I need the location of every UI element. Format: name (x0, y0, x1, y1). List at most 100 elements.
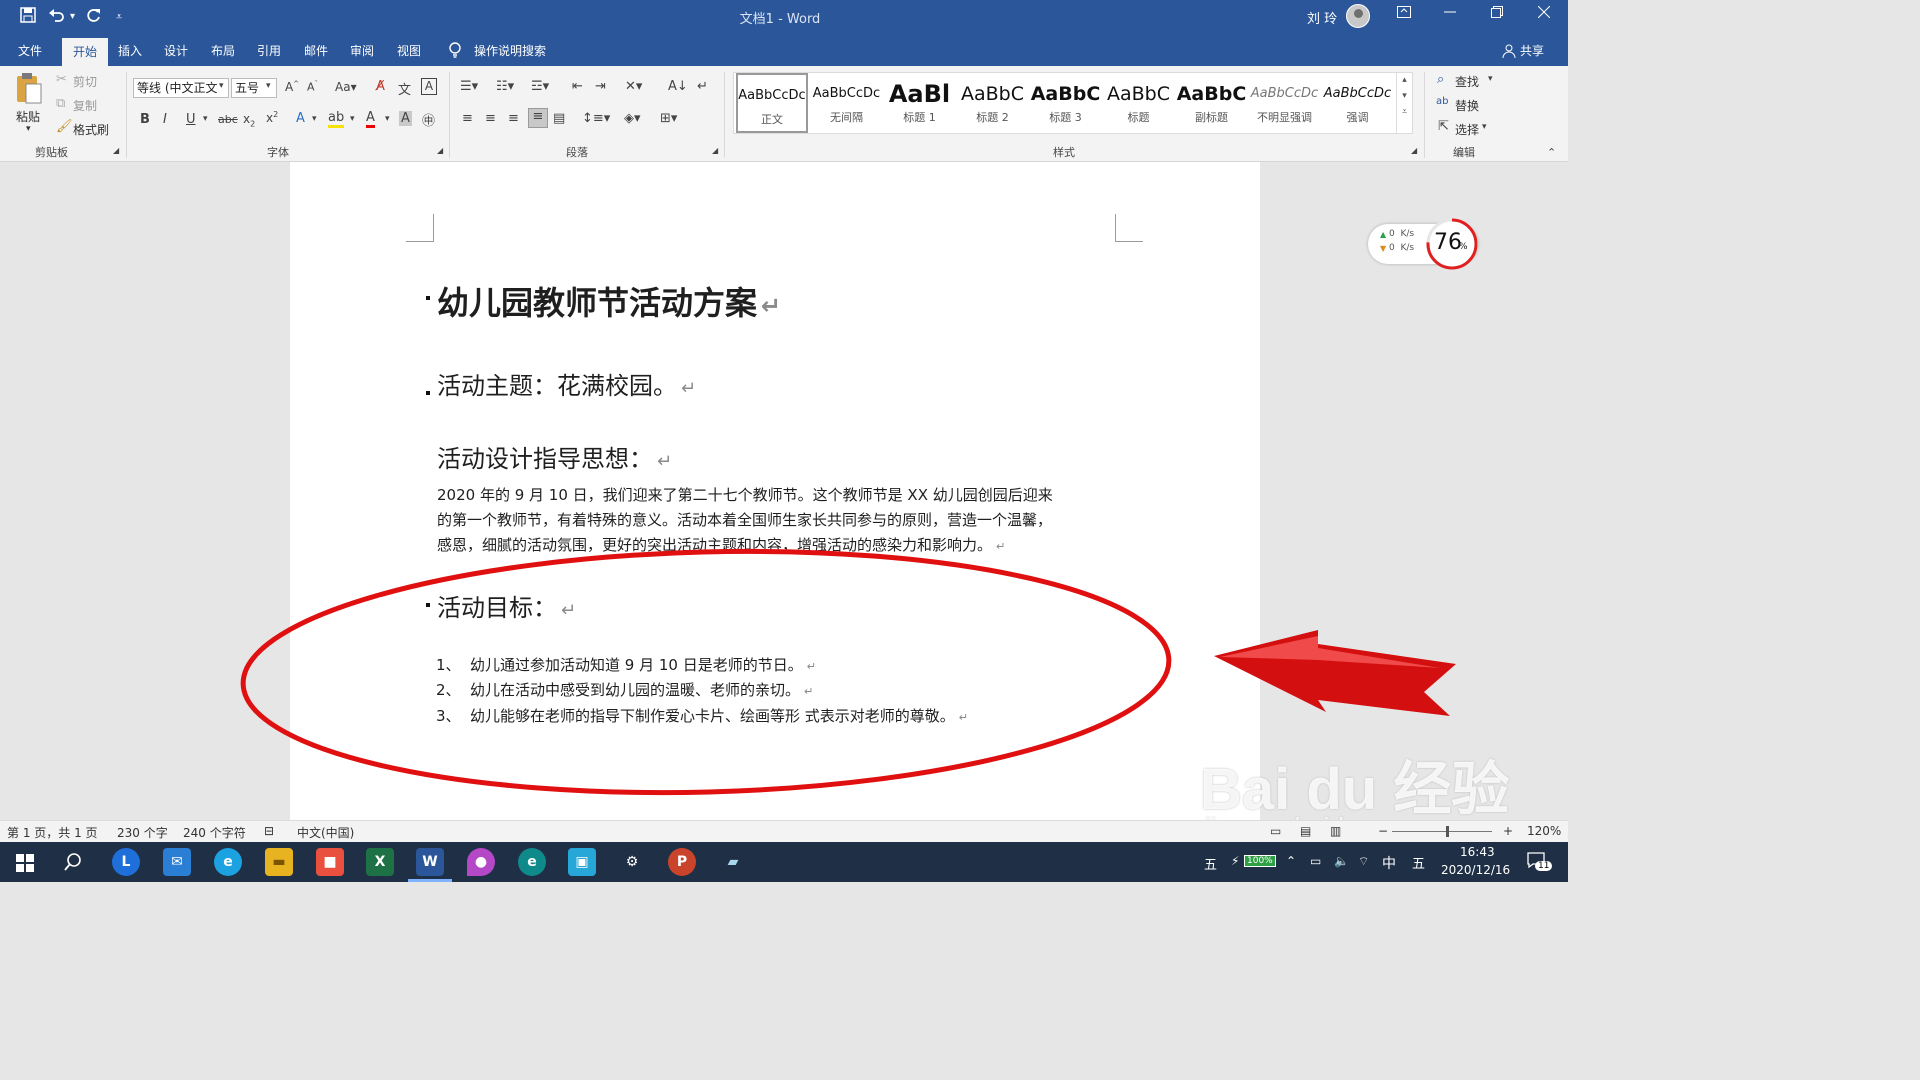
language-indicator[interactable]: 中文(中国) (297, 824, 354, 841)
paste-button[interactable]: 粘贴 (16, 108, 40, 125)
font-color-icon[interactable]: A (366, 110, 375, 128)
file-app-icon[interactable]: ▰ (719, 848, 747, 876)
network-speed-widget[interactable]: ▲ 0 K/s ▼ 0 K/s 76 % (1368, 218, 1478, 270)
customize-toolbar-icon[interactable]: ⩡ (116, 10, 122, 24)
goal-heading[interactable]: 活动目标： ↵ (437, 588, 576, 623)
styles-launcher-icon[interactable]: ◢ (1411, 146, 1417, 155)
guide-heading[interactable]: 活动设计指导思想： ↵ (437, 439, 672, 474)
bold-icon[interactable]: B (140, 112, 150, 127)
tab-references[interactable]: 引用 (257, 42, 281, 59)
proofing-icon[interactable]: ⊟ (264, 824, 274, 838)
subscript-icon[interactable]: x2 (243, 112, 255, 128)
mail-icon[interactable]: ✉ (163, 848, 191, 876)
tab-mailings[interactable]: 邮件 (304, 42, 328, 59)
tab-review[interactable]: 审阅 (350, 42, 374, 59)
align-left-icon[interactable]: ≡ (462, 111, 473, 126)
clock-time[interactable]: 16:43 (1460, 845, 1495, 859)
zoom-in-icon[interactable]: + (1503, 824, 1513, 838)
clipboard-launcher-icon[interactable]: ◢ (113, 146, 119, 155)
body-line[interactable]: 感恩，细腻的活动氛围，更好的突出活动主题和内容，增强活动的感染力和影响力。 ↵ (437, 534, 1005, 555)
change-case-icon[interactable]: Aa▾ (335, 80, 357, 94)
chevron-down-icon[interactable]: ▾ (203, 114, 208, 124)
text-effects-icon[interactable]: A (296, 111, 305, 126)
redo-icon[interactable] (86, 7, 102, 27)
paste-icon[interactable] (14, 72, 44, 110)
borders-icon[interactable]: ⊞▾ (660, 111, 677, 126)
bullets-icon[interactable]: ☰▾ (460, 79, 478, 94)
asian-layout-icon[interactable]: ✕▾ (625, 79, 642, 94)
undo-dropdown-icon[interactable]: ▾ (70, 11, 75, 22)
numbering-icon[interactable]: ☷▾ (496, 79, 514, 94)
page-count[interactable]: 第 1 页，共 1 页 (7, 824, 98, 841)
ime-mode[interactable]: 五 (1412, 853, 1425, 872)
style-no-spacing[interactable]: AaBbCcDc 无间隔 (810, 73, 883, 133)
line-spacing-icon[interactable]: ↕≡▾ (582, 111, 610, 126)
document-page[interactable]: 幼儿园教师节活动方案 ↵ 活动主题：花满校园。 ↵ 活动设计指导思想： ↵ 2020 … (290, 162, 1260, 820)
app-l-icon[interactable]: L (112, 848, 140, 876)
find-button[interactable]: 查找 (1455, 73, 1479, 90)
notification-count[interactable]: 11 (1535, 861, 1553, 871)
tab-insert[interactable]: 插入 (118, 42, 142, 59)
shrink-font-icon[interactable]: Aˇ (307, 80, 318, 94)
minimize-icon[interactable] (1430, 6, 1470, 22)
media-app-icon[interactable]: ■ (316, 848, 344, 876)
style-subtle-emphasis[interactable]: AaBbCcDc 不明显强调 (1248, 73, 1321, 133)
char-border-icon[interactable]: A (421, 78, 437, 95)
strikethrough-icon[interactable]: abc (218, 113, 238, 126)
enclose-char-icon[interactable]: ㊥ (422, 110, 435, 129)
distributed-icon[interactable]: ▤ (553, 111, 565, 126)
paragraph-launcher-icon[interactable]: ◢ (712, 146, 718, 155)
chevron-down-icon[interactable]: ▾ (1482, 122, 1487, 132)
list-item[interactable]: 3、 幼儿能够在老师的指导下制作爱心卡片、绘画等形 式表示对老师的尊敬。 ↵ (436, 705, 968, 726)
share-button[interactable]: 共享 (1520, 42, 1544, 59)
shading-icon[interactable]: ◈▾ (624, 111, 641, 126)
select-button[interactable]: 选择 (1455, 121, 1479, 138)
ribbon-display-icon[interactable] (1384, 6, 1424, 22)
zoom-level[interactable]: 120% (1527, 824, 1561, 838)
restore-icon[interactable] (1477, 6, 1517, 22)
word-count[interactable]: 230 个字 (117, 824, 168, 841)
font-name-combo[interactable]: 等线 (中文正文 (133, 78, 229, 98)
show-marks-icon[interactable]: ↵ (697, 79, 708, 94)
superscript-icon[interactable]: x2 (266, 110, 278, 125)
clock-date[interactable]: 2020/12/16 (1441, 863, 1510, 877)
sort-icon[interactable]: A↓ (668, 79, 688, 94)
style-heading-2[interactable]: AaBbC 标题 2 (956, 73, 1029, 133)
edge-browser-icon[interactable]: e (518, 848, 546, 876)
char-count[interactable]: 240 个字符 (183, 824, 246, 841)
tab-file[interactable]: 文件 (18, 42, 42, 59)
ie-browser-icon[interactable]: e (214, 848, 242, 876)
undo-icon[interactable] (48, 7, 66, 27)
underline-icon[interactable]: U (186, 112, 196, 127)
chevron-down-icon[interactable]: ▾ (219, 81, 224, 91)
user-name[interactable]: 刘 玲 (1307, 8, 1337, 27)
body-line[interactable]: 的第一个教师节，有着特殊的意义。活动本着全国师生家长共同参与的原则，营造一个温馨… (437, 509, 1052, 530)
chevron-up-icon[interactable]: ⌃ (1286, 854, 1296, 868)
list-item[interactable]: 1、 幼儿通过参加活动知道 9 月 10 日是老师的节日。 ↵ (436, 654, 816, 675)
tell-me-search[interactable]: 操作说明搜索 (474, 42, 546, 59)
paint-app-icon[interactable]: ● (467, 848, 495, 876)
paste-dropdown-icon[interactable]: ▾ (26, 124, 31, 134)
list-item[interactable]: 2、 幼儿在活动中感受到幼儿园的温暖、老师的亲切。 ↵ (436, 679, 813, 700)
style-title[interactable]: AaBbC 标题 (1102, 73, 1175, 133)
cut-button[interactable]: 剪切 (73, 73, 97, 90)
powerpoint-icon[interactable]: P (668, 848, 696, 876)
grow-font-icon[interactable]: A^ (285, 80, 299, 94)
chevron-down-icon[interactable]: ▾ (312, 114, 317, 124)
excel-icon[interactable]: X (366, 848, 394, 876)
char-shading-icon[interactable]: A (399, 111, 412, 126)
file-explorer-icon[interactable]: ▬ (265, 848, 293, 876)
body-line[interactable]: 2020 年的 9 月 10 日，我们迎来了第二十七个教师节。这个教师节是 XX… (437, 484, 1053, 505)
replace-button[interactable]: 替换 (1455, 97, 1479, 114)
increase-indent-icon[interactable]: ⇥ (595, 79, 606, 94)
chevron-down-icon[interactable]: ▾ (266, 81, 271, 91)
decrease-indent-icon[interactable]: ⇤ (572, 79, 583, 94)
justify-icon[interactable]: ≡ (528, 108, 548, 128)
styles-scroll[interactable]: ▴ ▾ ⩡ (1396, 73, 1412, 133)
tab-layout[interactable]: 布局 (211, 42, 235, 59)
multilevel-list-icon[interactable]: ☲▾ (531, 79, 549, 94)
italic-icon[interactable]: I (163, 112, 167, 127)
more-styles-icon[interactable]: ⩡ (1397, 107, 1412, 117)
doc-title[interactable]: 幼儿园教师节活动方案 ↵ (437, 278, 781, 324)
word-icon[interactable]: W (416, 848, 444, 876)
